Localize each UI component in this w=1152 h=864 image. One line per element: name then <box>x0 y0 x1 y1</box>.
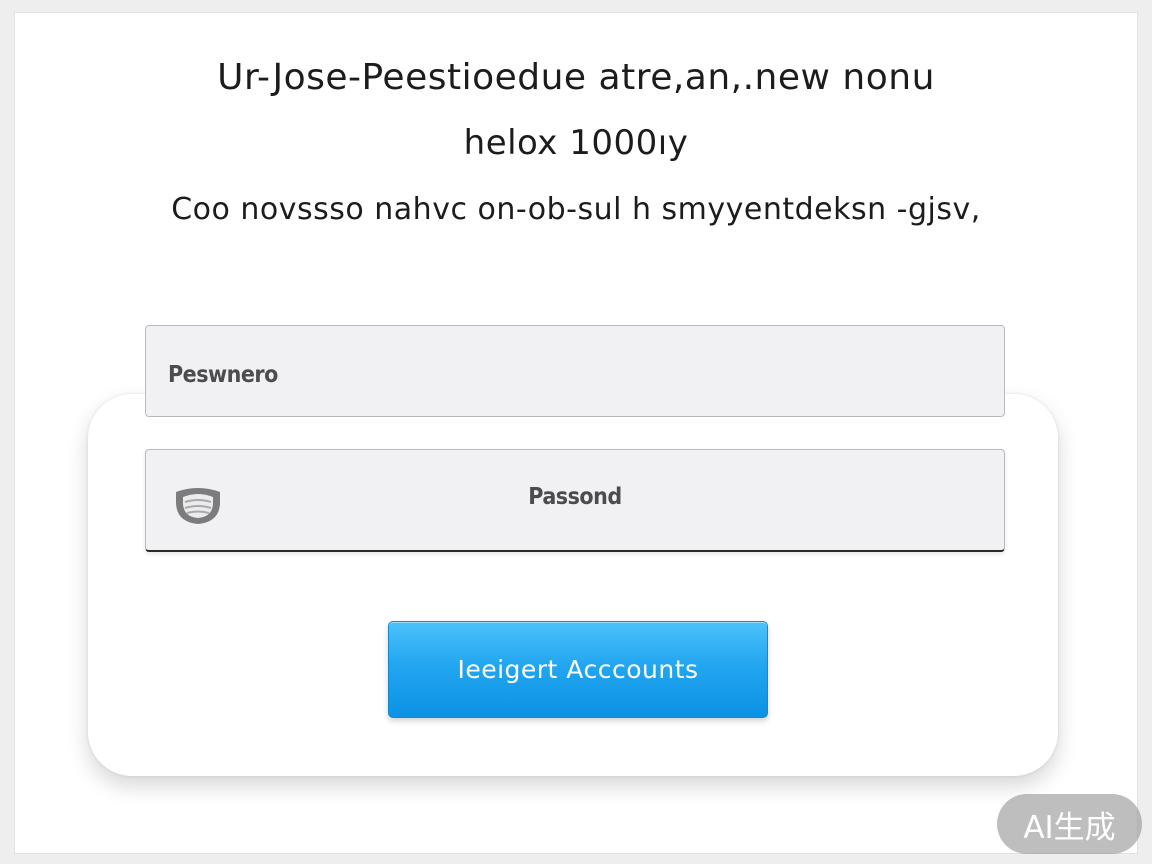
password-placeholder: Passond <box>528 484 622 510</box>
password-field[interactable]: Passond <box>145 449 1005 552</box>
page-title: Ur-Jose-Peestioedue atre,an,.new nonu <box>217 57 935 98</box>
username-field[interactable]: Peswnero <box>145 325 1005 417</box>
page-subtitle: helox 1000ıy <box>463 123 689 163</box>
register-account-button[interactable]: Ieeigert Acccounts <box>388 621 768 718</box>
ai-generated-badge: AI生成 <box>997 794 1142 854</box>
page-description: Coo novssso nahvc on-ob-sul h smyyentdek… <box>171 192 981 227</box>
username-placeholder: Peswnero <box>168 362 278 388</box>
